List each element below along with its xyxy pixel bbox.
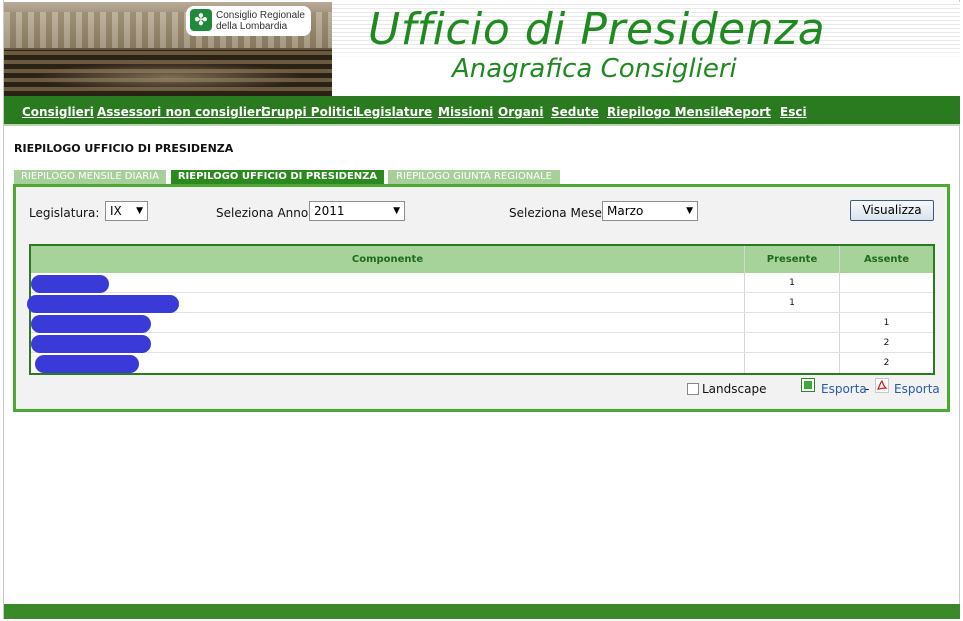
nav-assessori[interactable]: Assessori non consiglieri [97, 105, 265, 119]
assente-cell: 1 [883, 318, 890, 328]
results-table: Componente Presente Assente 1 1 1 2 2 [27, 244, 935, 375]
logo-text: Consiglio Regionale della Lombardia [216, 10, 305, 32]
header-photo: ✤ Consiglio Regionale della Lombardia [4, 2, 332, 96]
mese-select[interactable]: Marzo ▼ [602, 201, 698, 221]
assente-cell: 2 [883, 358, 890, 368]
tab-riepilogo-ufficio-presidenza[interactable]: RIEPILOGO UFFICIO DI PRESIDENZA [171, 170, 384, 184]
assente-cell [840, 273, 933, 293]
table-header: Componente Presente Assente [31, 246, 933, 273]
chevron-down-icon: ▼ [686, 206, 693, 216]
clover-icon: ✤ [190, 9, 212, 31]
app-subtitle: Anagrafica Consiglieri [452, 54, 737, 84]
export-excel-link[interactable]: Esporta [821, 382, 867, 396]
logo-line-2: della Lombardia [216, 21, 288, 32]
presente-cell: 1 [789, 278, 795, 288]
nav-consiglieri[interactable]: Consiglieri [22, 105, 94, 119]
nav-esci[interactable]: Esci [780, 105, 807, 119]
table-row: 1 [31, 273, 933, 293]
nav-organi[interactable]: Organi [498, 105, 543, 119]
mese-value: Marzo [607, 204, 644, 218]
assente-cell: 2 [883, 338, 890, 348]
redacted-name [35, 355, 139, 373]
presente-cell: 1 [789, 298, 795, 308]
assente-cell [840, 293, 933, 313]
chevron-down-icon: ▼ [393, 206, 400, 216]
logo: ✤ Consiglio Regionale della Lombardia [186, 6, 311, 36]
presente-cell [745, 313, 839, 333]
redacted-name [31, 275, 109, 293]
tab-riepilogo-mensile-diaria[interactable]: RIEPILOGO MENSILE DIARIA [14, 170, 166, 184]
nav-legislature[interactable]: Legislature [356, 105, 432, 119]
pdf-icon[interactable] [875, 378, 889, 393]
redacted-name [31, 315, 151, 333]
legislatura-value: IX [110, 204, 122, 218]
anno-select[interactable]: 2011 ▼ [309, 201, 405, 221]
table-row: 2 [31, 353, 933, 373]
anno-value: 2011 [314, 204, 345, 218]
landscape-label: Landscape [702, 382, 767, 396]
nav-gruppi-politici[interactable]: Gruppi Politici [261, 105, 357, 119]
excel-icon[interactable] [801, 378, 815, 392]
nav-report[interactable]: Report [725, 105, 771, 119]
nav-sedute[interactable]: Sedute [551, 105, 599, 119]
column-header-presente[interactable]: Presente [745, 246, 839, 273]
column-header-componente[interactable]: Componente [31, 246, 744, 273]
legislatura-select[interactable]: IX ▼ [105, 201, 148, 221]
chevron-down-icon: ▼ [136, 206, 143, 216]
logo-line-1: Consiglio Regionale [216, 10, 305, 21]
presente-cell [745, 333, 839, 353]
landscape-checkbox[interactable] [687, 383, 699, 395]
legislatura-label: Legislatura: [29, 206, 100, 220]
visualizza-button[interactable]: Visualizza [850, 200, 934, 221]
main-nav: Consiglieri Assessori non consiglieri Gr… [4, 96, 960, 126]
tab-riepilogo-giunta-regionale[interactable]: RIEPILOGO GIUNTA REGIONALE [388, 170, 560, 184]
export-pdf-link[interactable]: Esporta [894, 382, 940, 396]
page-title: RIEPILOGO UFFICIO DI PRESIDENZA [14, 142, 234, 155]
mese-label: Seleziona Mese: [509, 206, 606, 220]
table-row: 1 [27, 293, 933, 313]
anno-label: Seleziona Anno: [216, 206, 313, 220]
redacted-name [27, 295, 179, 313]
chamber-light [34, 62, 304, 92]
nav-riepilogo-mensile[interactable]: Riepilogo Mensile [607, 105, 727, 119]
nav-missioni[interactable]: Missioni [438, 105, 493, 119]
table-row: 2 [31, 333, 933, 353]
redacted-name [31, 335, 151, 353]
column-header-assente[interactable]: Assente [840, 246, 933, 273]
footer-bar [4, 604, 960, 619]
table-row: 1 [31, 313, 933, 333]
export-separator: - [865, 382, 870, 396]
presente-cell [745, 353, 839, 373]
app-title: Ufficio di Presidenza [368, 4, 826, 55]
